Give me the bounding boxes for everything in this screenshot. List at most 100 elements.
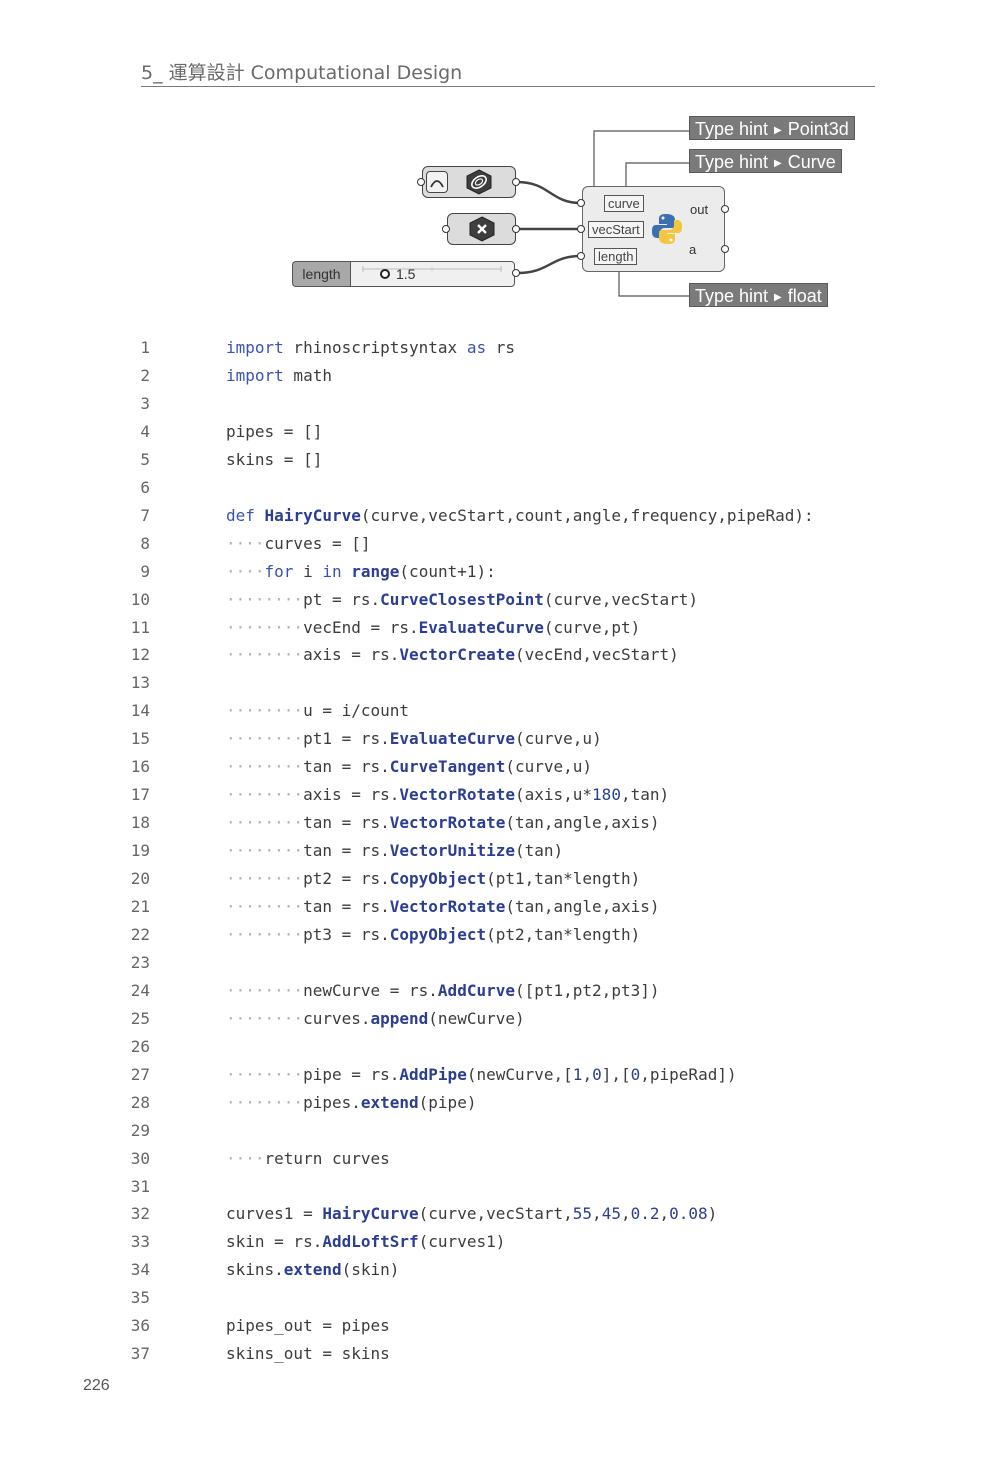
code-token: (curve,u) [505, 757, 593, 777]
input-curve[interactable]: curve [604, 195, 644, 212]
line-number: 23 [130, 952, 150, 972]
indent-guide: ········ [226, 1008, 304, 1028]
code-function: VectorCreate [399, 645, 515, 665]
python-input-port-length[interactable] [577, 252, 585, 260]
triangle-right-icon: ▶ [774, 125, 782, 136]
python-input-port-vecstart[interactable] [577, 225, 585, 233]
code-keyword: as [466, 338, 487, 357]
code-text: ········pipe = rs.AddPipe(newCurve,[1,0]… [226, 1061, 737, 1089]
code-text: ········curves.append(newCurve) [226, 1005, 525, 1033]
code-text: ········pt2 = rs.CopyObject(pt1,tan*leng… [226, 865, 640, 893]
code-function: CurveClosestPoint [380, 589, 544, 609]
type-hint-value: Point3d [787, 119, 849, 139]
grasshopper-diagram: length 1.5 curve vecStart length out a T… [0, 0, 995, 330]
code-token: pipes. [303, 1092, 361, 1112]
code-token: pt1 = rs. [303, 729, 390, 749]
code-token: i [293, 561, 323, 581]
code-line: 3 [0, 390, 995, 418]
code-text: skins = [] [226, 446, 322, 474]
curve-param-component[interactable] [422, 166, 516, 198]
python-output-port-a[interactable] [721, 245, 729, 253]
code-token: rs [486, 338, 515, 357]
point-param-input-port[interactable] [442, 225, 450, 233]
code-token: (pipe) [418, 1092, 477, 1112]
line-number: 28 [130, 1092, 150, 1112]
code-line: 36 pipes_out = pipes [0, 1312, 995, 1340]
slider-knob[interactable] [380, 269, 390, 279]
code-function: AddCurve [437, 980, 515, 1000]
type-hint-curve: Type hint ▶ Curve [689, 149, 842, 173]
code-token: , [659, 1204, 670, 1224]
code-text: ····for i in range(count+1): [226, 558, 496, 586]
code-line: 19 ········tan = rs.VectorUnitize(tan) [0, 837, 995, 865]
code-token: , [582, 1064, 593, 1084]
curve-param-output-port[interactable] [512, 178, 520, 186]
code-token: curves1 = [226, 1204, 323, 1224]
page-number: 226 [83, 1377, 110, 1394]
code-line: 26 [0, 1033, 995, 1061]
type-hint-label: Type hint [695, 152, 769, 172]
indent-guide: ········ [226, 924, 304, 944]
code-token: pt2 = rs. [303, 869, 390, 889]
indent-guide: ········ [226, 813, 304, 833]
code-text: ········tan = rs.CurveTangent(curve,u) [226, 753, 592, 781]
slider-value: 1.5 [396, 266, 416, 282]
code-line: 1 import rhinoscriptsyntax as rs [0, 334, 995, 362]
code-number: 55 [572, 1204, 593, 1224]
code-text: ····return curves [226, 1145, 390, 1173]
input-length[interactable]: length [594, 248, 638, 265]
line-number: 4 [140, 421, 150, 441]
output-a[interactable]: a [689, 242, 696, 257]
output-out[interactable]: out [690, 202, 708, 217]
code-token: (skin) [341, 1260, 400, 1280]
code-token: (pt2,tan*length) [486, 924, 641, 944]
code-keyword: import [226, 365, 284, 385]
code-line: 4 pipes = [] [0, 418, 995, 446]
line-number: 13 [130, 673, 150, 693]
number-slider[interactable] [350, 261, 515, 287]
code-text: def HairyCurve(curve,vecStart,count,angl… [226, 502, 814, 530]
code-line: 29 [0, 1117, 995, 1145]
code-function: range [351, 561, 400, 581]
indent-guide: ········ [226, 897, 304, 916]
slider-output-port[interactable] [512, 269, 520, 277]
code-function: CopyObject [389, 924, 487, 944]
hint-leader-float [618, 268, 690, 297]
code-token: tan = rs. [303, 841, 390, 861]
code-token: (pt1,tan*length) [486, 869, 641, 889]
triangle-right-icon: ▶ [774, 158, 782, 169]
indent-guide: ········ [226, 841, 304, 861]
type-hint-value: Curve [787, 152, 836, 172]
line-number: 20 [130, 869, 150, 889]
code-token: (tan,angle,axis) [505, 897, 660, 916]
code-text: ········pipes.extend(pipe) [226, 1089, 476, 1117]
input-vecstart[interactable]: vecStart [588, 221, 644, 238]
code-text: ········tan = rs.VectorUnitize(tan) [226, 837, 563, 865]
point-param-output-port[interactable] [512, 225, 520, 233]
curve-param-glyph [465, 169, 493, 195]
slider-ticks [362, 266, 502, 272]
code-line: 17 ········axis = rs.VectorRotate(axis,u*… [0, 781, 995, 809]
line-number: 11 [130, 617, 150, 637]
python-output-port-out[interactable] [721, 205, 729, 213]
code-line: 14 ········u = i/count [0, 697, 995, 725]
indent-guide: ········ [226, 729, 304, 749]
code-token: axis = rs. [303, 645, 400, 665]
code-line: 25 ········curves.append(newCurve) [0, 1005, 995, 1033]
curve-param-input-port[interactable] [417, 178, 425, 186]
code-token: (curve,u) [515, 729, 602, 749]
line-number: 8 [140, 533, 150, 553]
code-token: pipes = [] [226, 421, 323, 441]
code-number: 0.2 [630, 1204, 660, 1224]
python-input-port-curve[interactable] [577, 199, 585, 207]
line-number: 14 [130, 701, 150, 721]
code-text: ····curves = [] [226, 530, 371, 558]
code-token: (vecEnd,vecStart) [514, 645, 679, 665]
point-param-component[interactable] [447, 213, 516, 245]
line-number: 17 [130, 785, 150, 805]
code-token: tan = rs. [303, 897, 390, 916]
code-line: 11 ········vecEnd = rs.EvaluateCurve(curv… [0, 614, 995, 642]
line-number: 35 [130, 1288, 150, 1308]
code-function: extend [360, 1092, 419, 1112]
